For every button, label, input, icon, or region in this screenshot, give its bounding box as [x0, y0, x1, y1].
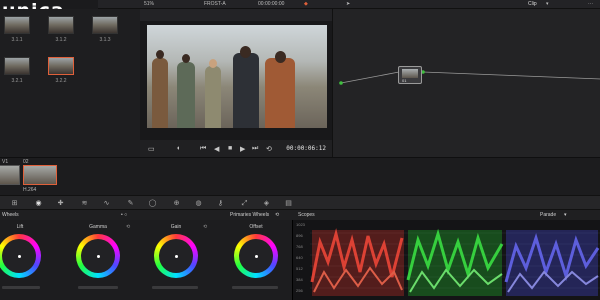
clip-name[interactable]: FROST-A: [204, 1, 226, 7]
wheel-label: Gamma: [89, 224, 107, 230]
3d-icon[interactable]: ◈: [262, 199, 271, 208]
scope-scale-label: 384: [296, 277, 303, 282]
camera-raw-icon[interactable]: ⊞: [10, 199, 19, 208]
node-connections: [339, 70, 600, 85]
wheel-label: Lift: [16, 224, 24, 230]
reset-icon[interactable]: ⟲: [203, 224, 207, 230]
scope-scale-label: 1023: [296, 222, 305, 227]
clip-thumbnail[interactable]: [48, 16, 74, 34]
scopes-panel-header: Scopes Parade ▾: [292, 210, 600, 220]
person-figure: [205, 66, 221, 128]
viewer-header: [140, 9, 332, 21]
clip-thumbnail[interactable]: [4, 57, 30, 75]
clip-label: 3.2.1: [11, 78, 23, 84]
reset-icon[interactable]: ⟲: [126, 224, 130, 230]
clip-codec: H.264: [23, 187, 37, 193]
tool-icon[interactable]: ◆: [304, 1, 308, 7]
sizing-icon[interactable]: ⤢: [240, 199, 249, 208]
person-figure: [177, 62, 195, 128]
clip-label: 3.1.3: [99, 37, 111, 43]
person-head: [240, 46, 251, 58]
clip-thumbnail[interactable]: [92, 16, 118, 34]
transport-controls: ▭ ◖ ⏮ ◀ ■ ▶ ⏭ ⟲ 00:00:06:12: [140, 140, 332, 157]
top-timecode: 00:00:00:00: [258, 1, 285, 7]
wheel-label: Gain: [170, 224, 182, 230]
gain-slider[interactable]: [152, 286, 198, 289]
clip-label: 3.1.1: [11, 37, 23, 43]
play-icon[interactable]: ▶: [240, 145, 245, 153]
offset-slider[interactable]: [232, 286, 278, 289]
gamma-slider[interactable]: [78, 286, 118, 289]
jump-start-icon[interactable]: ⏮: [200, 145, 206, 153]
reset-icon[interactable]: ⟲: [275, 210, 279, 220]
timeline-clip[interactable]: [0, 165, 20, 185]
scope-scale-label: 896: [296, 233, 303, 238]
clip-label[interactable]: Clip: [528, 1, 537, 7]
person-head: [156, 50, 164, 59]
scopes-toggle-icon[interactable]: ▤: [284, 199, 293, 208]
timeline-clip-selected[interactable]: [23, 165, 57, 185]
lift-slider[interactable]: [2, 286, 40, 289]
person-head: [275, 51, 286, 63]
viewer-timecode: 00:00:06:12: [286, 145, 326, 152]
reverse-icon[interactable]: ◀: [214, 145, 219, 153]
zoom-level[interactable]: 51%: [144, 1, 154, 7]
green-channel-trace: [406, 228, 504, 296]
panel-mode[interactable]: Primaries Wheels: [230, 210, 269, 220]
node-number: 01: [402, 78, 407, 83]
scope-scale-label: 768: [296, 244, 303, 249]
tracker-icon[interactable]: ⊕: [172, 199, 181, 208]
jump-end-icon[interactable]: ⏭: [252, 145, 258, 153]
node-thumbnail: [402, 69, 418, 78]
clip-label: 3.1.2: [55, 37, 67, 43]
color-wheels-icon[interactable]: ◉: [34, 199, 43, 208]
window-icon[interactable]: ◯: [148, 199, 157, 208]
node-editor: [332, 9, 600, 157]
scope-mode[interactable]: Parade: [540, 210, 556, 220]
curves-icon[interactable]: ∿: [102, 199, 111, 208]
corrector-node[interactable]: 01: [398, 66, 422, 84]
scope-scale-label: 512: [296, 266, 303, 271]
chevron-down-icon[interactable]: ▾: [564, 210, 567, 220]
loop-icon[interactable]: ⟲: [266, 145, 272, 153]
volume-icon[interactable]: ◖: [176, 145, 180, 152]
wheel-label: Offset: [249, 224, 263, 230]
clip-thumbnail-selected[interactable]: [48, 57, 74, 75]
video-frame[interactable]: [147, 25, 327, 128]
clip-thumbnail[interactable]: [4, 16, 30, 34]
wheel-center[interactable]: [18, 255, 21, 258]
panel-title: Scopes: [298, 212, 315, 218]
wheel-center[interactable]: [255, 255, 258, 258]
qualifier-icon[interactable]: ✎: [126, 199, 135, 208]
panel-title: Wheels: [2, 212, 19, 218]
scope-scale-label: 256: [296, 288, 303, 293]
pointer-icon[interactable]: ➤: [346, 1, 350, 7]
blur-icon[interactable]: ◍: [194, 199, 203, 208]
wheel-center[interactable]: [175, 255, 178, 258]
person-figure: [152, 58, 168, 128]
person-head: [182, 54, 190, 63]
stop-icon[interactable]: ■: [228, 145, 232, 152]
clip-label: 3.2.2: [55, 78, 67, 84]
wheels-panel-header: Wheels • ○ Primaries Wheels ⟲: [0, 210, 292, 220]
chevron-down-icon[interactable]: ▾: [546, 1, 549, 7]
view-options-icon[interactable]: ▭: [148, 145, 155, 153]
color-toolbar: ⊞ ◉ ✚ ≋ ∿ ✎ ◯ ⊕ ◍ ⚷ ⤢ ◈ ▤: [0, 195, 600, 210]
media-pool: 3.1.1 3.1.2 3.1.3 3.2.1 3.2.2: [0, 9, 140, 157]
blue-channel-trace: [504, 230, 600, 296]
page-dots: • ○: [121, 212, 128, 218]
more-icon[interactable]: ···: [588, 1, 593, 7]
person-head: [209, 59, 217, 68]
scope-scale-label: 640: [296, 255, 303, 260]
rgb-mixer-icon[interactable]: ✚: [56, 199, 65, 208]
wheel-center[interactable]: [97, 255, 100, 258]
person-figure: [233, 53, 259, 128]
key-icon[interactable]: ⚷: [216, 199, 225, 208]
parade-scope: [310, 228, 600, 296]
motion-effects-icon[interactable]: ≋: [80, 199, 89, 208]
clip-timeline: [0, 157, 600, 195]
person-figure: [265, 58, 295, 128]
top-bar: 51% FROST-A 00:00:00:00 ◆ ➤ Clip ▾ ···: [98, 0, 600, 9]
red-channel-trace: [310, 228, 404, 296]
